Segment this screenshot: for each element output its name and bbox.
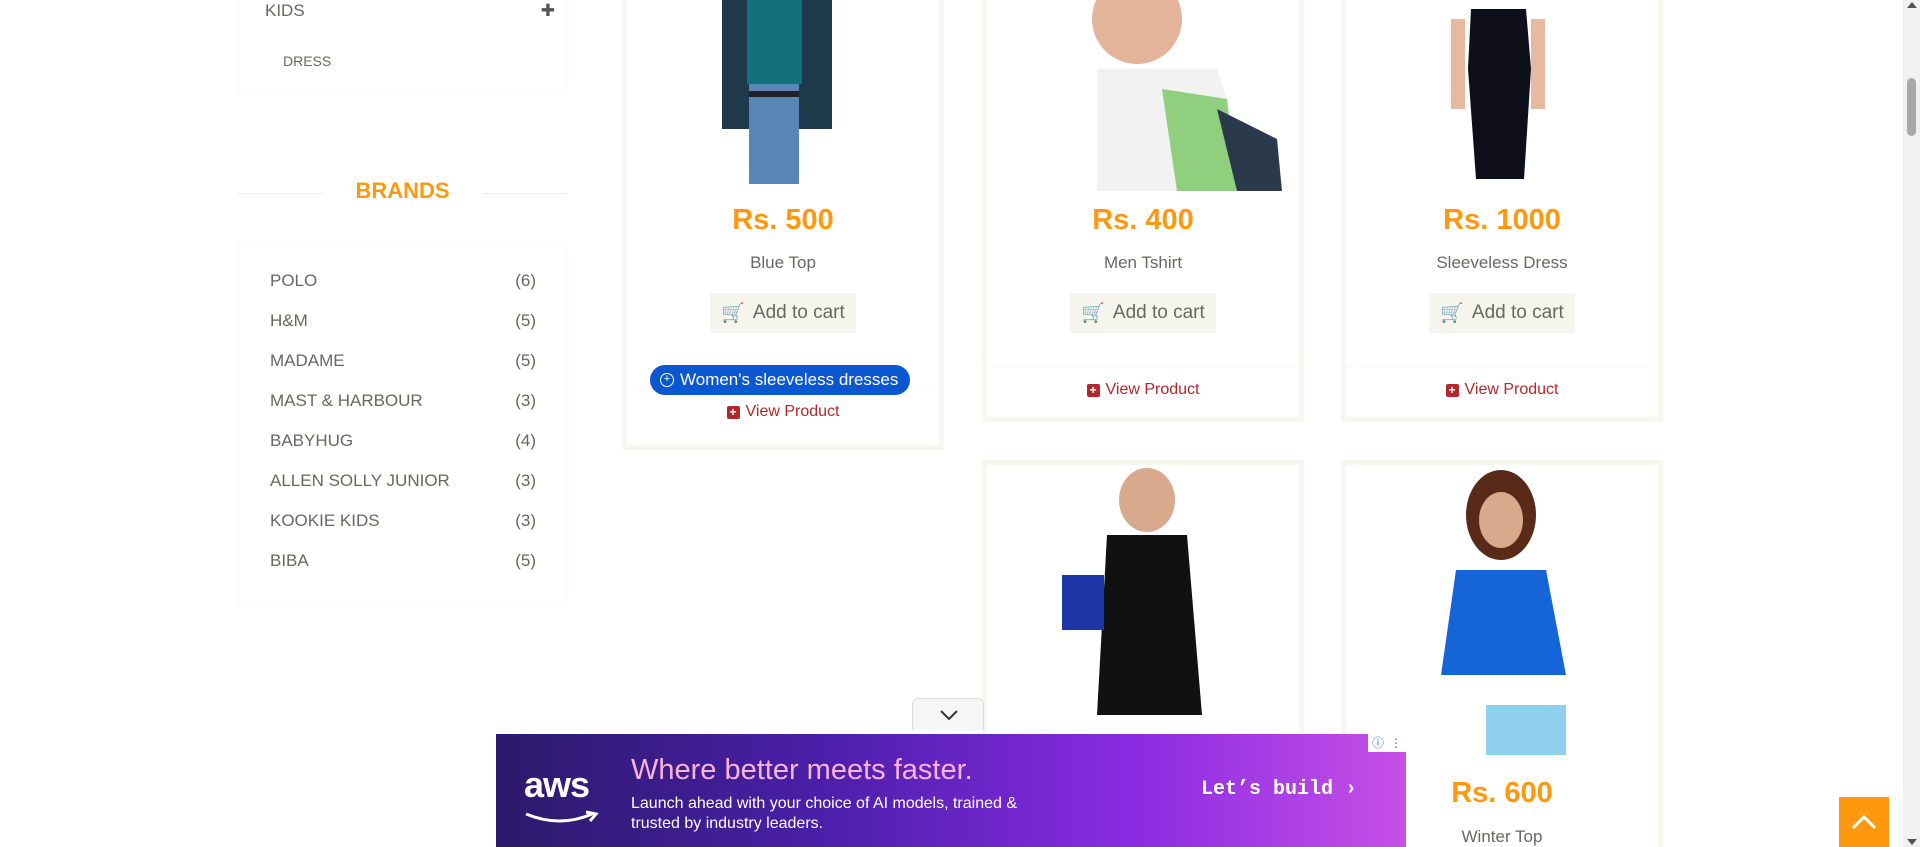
product-image (987, 465, 1299, 735)
cart-icon: 🛒 (1440, 303, 1464, 324)
view-product-link[interactable]: + View Product (1346, 381, 1658, 399)
brand-name: ALLEN SOLLY JUNIOR (270, 471, 450, 490)
category-panel: KIDS ✚ DRESS (238, 0, 567, 92)
brand-count: (5) (515, 311, 536, 330)
brand-count: (3) (515, 471, 536, 490)
brand-item[interactable]: MADAME (5) (270, 351, 536, 375)
brand-count: (5) (515, 551, 536, 570)
scrollbar[interactable] (1903, 0, 1920, 847)
view-product-link[interactable]: + View Product (627, 403, 939, 421)
plus-square-icon: + (726, 405, 740, 419)
search-suggestion-chip[interactable]: + Women's sleeveless dresses (650, 365, 911, 395)
category-kids-label: KIDS (265, 1, 305, 20)
product-price: Rs. 500 (732, 204, 834, 236)
divider (482, 193, 567, 194)
product-card: Rs. 1000 Sleeveless Dress 🛒 Add to cart … (1341, 0, 1663, 422)
divider (1346, 366, 1658, 367)
scroll-up-arrow-icon[interactable] (1907, 2, 1917, 8)
brand-name: MAST & HARBOUR (270, 391, 423, 410)
brand-count: (3) (515, 391, 536, 410)
add-to-cart-button[interactable]: 🛒 Add to cart (1429, 293, 1575, 333)
plus-square-icon: + (1445, 383, 1459, 397)
search-chip-label: Women's sleeveless dresses (680, 370, 899, 389)
brand-count: (3) (515, 511, 536, 530)
add-to-cart-label: Add to cart (1112, 302, 1205, 323)
divider (987, 366, 1299, 367)
brand-item[interactable]: KOOKIE KIDS (3) (270, 511, 536, 535)
brand-item[interactable]: H&M (5) (270, 311, 536, 335)
brand-item[interactable]: POLO (6) (270, 271, 536, 295)
brands-heading: BRANDS (238, 176, 567, 206)
brand-name: H&M (270, 311, 308, 330)
plus-circle-icon: + (660, 373, 674, 387)
product-name: Sleeveless Dress (1436, 253, 1568, 272)
chevron-down-icon (940, 710, 958, 721)
page: KIDS ✚ DRESS BRANDS POLO (6) H&M (5) MAD… (0, 0, 1920, 847)
brand-item[interactable]: ALLEN SOLLY JUNIOR (3) (270, 471, 536, 495)
brand-count: (5) (515, 351, 536, 370)
brands-title: BRANDS (355, 178, 450, 203)
product-name: Men Tshirt (1103, 253, 1183, 272)
expand-plus-icon[interactable]: ✚ (541, 1, 555, 21)
ad-choices[interactable]: ⓘ ⋮ (1368, 734, 1406, 752)
aws-logo: aws (524, 764, 590, 805)
product-price: Rs. 400 (1092, 204, 1194, 236)
brand-item[interactable]: BABYHUG (4) (270, 431, 536, 455)
info-icon[interactable]: ⓘ (1370, 735, 1386, 751)
ad-headline: Where better meets faster. (631, 754, 973, 786)
product-name: Blue Top (750, 253, 816, 272)
ad-collapse-button[interactable] (912, 698, 984, 730)
view-product-label: View Product (745, 403, 840, 420)
brand-name: MADAME (270, 351, 345, 370)
product-image (1346, 465, 1658, 757)
scroll-down-arrow-icon[interactable] (1907, 839, 1917, 845)
brand-name: KOOKIE KIDS (270, 511, 380, 530)
product-image (1346, 0, 1658, 191)
divider (238, 193, 323, 194)
brand-item[interactable]: MAST & HARBOUR (3) (270, 391, 536, 415)
brand-count: (4) (515, 431, 536, 450)
product-card: Rs. 400 Men Tshirt 🛒 Add to cart + View … (982, 0, 1304, 422)
add-to-cart-button[interactable]: 🛒 Add to cart (710, 293, 856, 333)
cart-icon: 🛒 (721, 303, 745, 324)
ad-body: Launch ahead with your choice of AI mode… (631, 795, 1018, 832)
add-to-cart-button[interactable]: 🛒 Add to cart (1070, 293, 1216, 333)
subcategory-dress[interactable]: DRESS (283, 53, 331, 69)
add-to-cart-label: Add to cart (752, 302, 845, 323)
ad-banner[interactable]: aws Where better meets faster. Launch ah… (496, 734, 1406, 847)
view-product-label: View Product (1464, 381, 1559, 398)
cart-icon: 🛒 (1081, 303, 1105, 324)
brands-list: POLO (6) H&M (5) MADAME (5) MAST & HARBO… (238, 243, 567, 605)
add-to-cart-label: Add to cart (1471, 302, 1564, 323)
view-product-link[interactable]: + View Product (987, 381, 1299, 399)
chevron-up-icon (1851, 814, 1877, 830)
more-vert-icon[interactable]: ⋮ (1388, 735, 1404, 751)
brand-name: BABYHUG (270, 431, 354, 450)
brand-count: (6) (515, 271, 536, 290)
brand-item[interactable]: BIBA (5) (270, 551, 536, 575)
ad-cta-button[interactable]: Let’s build › (1201, 778, 1357, 801)
category-kids[interactable]: KIDS ✚ (265, 1, 555, 21)
scrollbar-thumb[interactable] (1907, 78, 1916, 136)
brand-name: POLO (270, 271, 318, 290)
plus-square-icon: + (1086, 383, 1100, 397)
brand-name: BIBA (270, 551, 309, 570)
product-price: Rs. 1000 (1443, 204, 1561, 236)
product-image (987, 0, 1299, 191)
view-product-label: View Product (1105, 381, 1200, 398)
product-image (627, 0, 939, 191)
aws-smile-icon (525, 810, 599, 823)
scroll-to-top-button[interactable] (1839, 797, 1889, 847)
